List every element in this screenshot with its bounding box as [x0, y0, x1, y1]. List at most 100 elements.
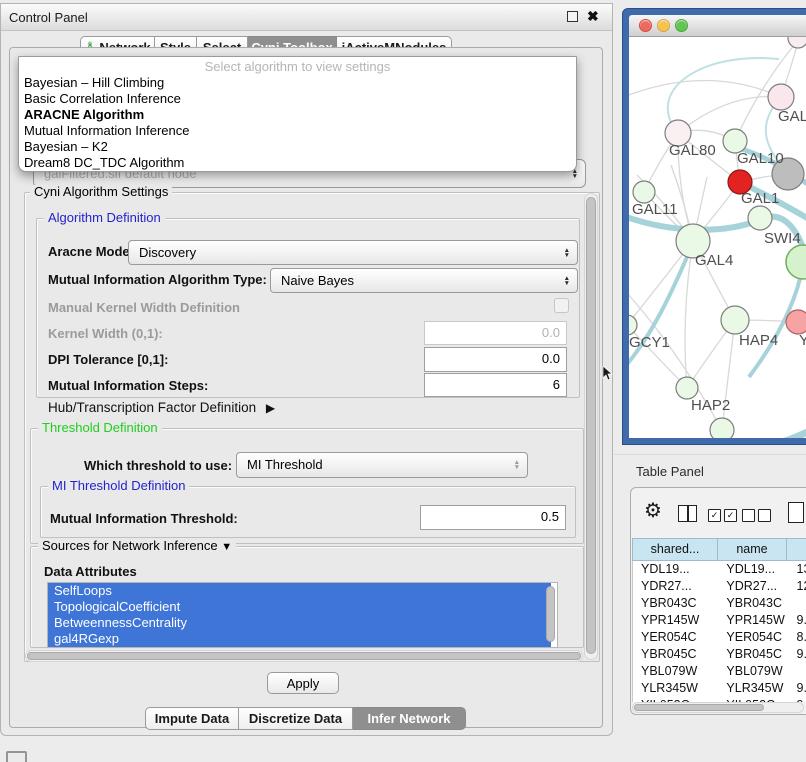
settings-vscrollbar-thumb[interactable]: [586, 197, 596, 654]
tab-discretize-data[interactable]: Discretize Data: [239, 707, 353, 730]
table-row[interactable]: YDR27...YDR27...12: [633, 578, 806, 595]
table-cell[interactable]: 9.: [789, 612, 806, 629]
manual-kernel-width-checkbox[interactable]: [554, 298, 569, 313]
table-cell[interactable]: YER054C: [633, 629, 718, 646]
table-cell[interactable]: YBL079W: [633, 663, 718, 680]
mi-algorithm-type-value: Naive Bayes: [281, 269, 354, 292]
dropdown-option[interactable]: Mutual Information Inference: [19, 123, 576, 139]
sources-group-title[interactable]: Sources for Network Inference ▼: [38, 539, 236, 554]
partial-icon-button[interactable]: [6, 751, 27, 762]
dropdown-option-selected[interactable]: ARACNE Algorithm: [19, 107, 576, 123]
node-label: GAL1: [741, 190, 779, 207]
table-header-cell-3[interactable]: [786, 538, 806, 561]
export-table-icon[interactable]: [788, 502, 804, 523]
table-cell[interactable]: YBR043C: [633, 595, 718, 612]
minimize-traffic-light[interactable]: [657, 19, 670, 32]
table-cell[interactable]: YDR27...: [718, 578, 788, 595]
dropdown-option[interactable]: Bayesian – K2: [19, 139, 576, 155]
select-all-columns-icon[interactable]: ✓✓: [708, 509, 737, 522]
table-row[interactable]: YBL079WYBL079W: [633, 663, 806, 680]
table-cell[interactable]: YBR045C: [718, 646, 788, 663]
table-cell[interactable]: [789, 663, 806, 680]
node-swi4[interactable]: [748, 206, 772, 230]
table-cell[interactable]: 8.: [789, 629, 806, 646]
split-columns-icon[interactable]: [678, 505, 697, 522]
list-item[interactable]: gal4RGexp: [48, 631, 551, 647]
node-gal[interactable]: [768, 84, 794, 110]
control-panel-title: Control Panel: [9, 10, 88, 25]
dropdown-option[interactable]: Bayesian – Hill Climbing: [19, 75, 576, 91]
mi-algorithm-type-combo[interactable]: Naive Bayes ▲▼: [270, 268, 578, 293]
list-item[interactable]: TopologicalCoefficient: [48, 599, 551, 615]
settings-hscrollbar-thumb[interactable]: [27, 652, 581, 660]
node-salmon[interactable]: [786, 310, 806, 334]
list-item[interactable]: BetweennessCentrality: [48, 615, 551, 631]
table-row[interactable]: YBR045CYBR045C9.: [633, 646, 806, 663]
table-cell[interactable]: 9.: [789, 646, 806, 663]
table-cell[interactable]: YPR145W: [718, 612, 788, 629]
dpi-tolerance-label: DPI Tolerance [0,1]:: [48, 352, 168, 368]
sources-title-text: Sources for Network Inference: [42, 538, 218, 553]
dropdown-option[interactable]: Basic Correlation Inference: [19, 91, 576, 107]
table-header-shared-name[interactable]: shared...: [632, 538, 718, 561]
apply-button[interactable]: Apply: [267, 672, 339, 694]
network-canvas-container: GAL GAL80 GAL10 GAL1 GAL11 SWI4 GAL4 GCY…: [629, 37, 806, 438]
data-attributes-list[interactable]: SelfLoops TopologicalCoefficient Between…: [47, 582, 558, 648]
node-gal11[interactable]: [633, 181, 655, 203]
close-icon[interactable]: ✖: [587, 8, 599, 25]
hub-definition-label: Hub/Transcription Factor Definition: [48, 400, 256, 415]
table-row[interactable]: YER054CYER054C8.: [633, 629, 806, 646]
table-hscrollbar-thumb[interactable]: [634, 704, 764, 711]
table-cell[interactable]: YDR27...: [633, 578, 718, 595]
table-cell[interactable]: YLR345W: [718, 680, 788, 697]
table-cell[interactable]: 13: [789, 561, 806, 578]
table-row[interactable]: YLR345WYLR345W9.: [633, 680, 806, 697]
expanded-arrow-icon[interactable]: ▼: [221, 541, 232, 553]
tab-infer-network[interactable]: Infer Network: [353, 707, 466, 730]
collapsed-arrow-icon[interactable]: ▶: [266, 401, 275, 415]
kernel-width-label: Kernel Width (0,1):: [48, 326, 163, 342]
combo-stepper-icon: ▲▼: [564, 276, 570, 286]
aracne-mode-combo[interactable]: Discovery ▲▼: [128, 240, 578, 265]
table-cell[interactable]: YER054C: [718, 629, 788, 646]
mouse-cursor: [602, 366, 614, 381]
dpi-tolerance-input[interactable]: 0.0: [424, 347, 567, 372]
node-hap2[interactable]: [676, 377, 698, 399]
table-cell[interactable]: YLR345W: [633, 680, 718, 697]
table-cell[interactable]: YPR145W: [633, 612, 718, 629]
algorithm-definition-title: Algorithm Definition: [44, 211, 165, 225]
dropdown-option[interactable]: Dream8 DC_TDC Algorithm: [19, 155, 576, 171]
attr-list-vscrollbar-thumb[interactable]: [546, 586, 555, 642]
kernel-width-input[interactable]: 0.0: [424, 321, 567, 345]
deselect-all-columns-icon[interactable]: [742, 509, 771, 522]
table-cell[interactable]: 12: [789, 578, 806, 595]
table-cell[interactable]: 9.: [789, 680, 806, 697]
which-threshold-combo[interactable]: MI Threshold ▲▼: [236, 452, 528, 478]
table-row[interactable]: YBR043CYBR043C: [633, 595, 806, 612]
tab-impute-data[interactable]: Impute Data: [145, 707, 239, 730]
table-header-name[interactable]: name: [717, 538, 787, 561]
table-cell[interactable]: YBL079W: [718, 663, 788, 680]
table-row[interactable]: YPR145WYPR145W9.: [633, 612, 806, 629]
node-hap4[interactable]: [721, 306, 749, 334]
table-row[interactable]: YDL19...YDL19...13: [633, 561, 806, 578]
node[interactable]: [788, 37, 806, 48]
close-traffic-light[interactable]: [639, 19, 652, 32]
mi-steps-input[interactable]: 6: [424, 373, 567, 397]
zoom-traffic-light[interactable]: [675, 19, 688, 32]
table-cell[interactable]: YBR043C: [718, 595, 788, 612]
network-canvas[interactable]: GAL GAL80 GAL10 GAL1 GAL11 SWI4 GAL4 GCY…: [629, 37, 806, 438]
table-cell[interactable]: YBR045C: [633, 646, 718, 663]
node-gcy1[interactable]: [629, 315, 637, 335]
list-item[interactable]: SelfLoops: [48, 583, 551, 599]
float-window-icon[interactable]: [567, 11, 578, 22]
hub-definition-toggle[interactable]: Hub/Transcription Factor Definition ▶: [48, 400, 275, 416]
mi-threshold-input[interactable]: 0.5: [420, 505, 566, 530]
node-green-large[interactable]: [786, 245, 806, 279]
table-cell[interactable]: [789, 595, 806, 612]
table-cell[interactable]: YDL19...: [633, 561, 718, 578]
gear-icon[interactable]: ⚙: [644, 501, 662, 521]
node[interactable]: [710, 418, 734, 438]
table-cell[interactable]: YDL19...: [718, 561, 788, 578]
aracne-mode-value: Discovery: [139, 241, 196, 264]
